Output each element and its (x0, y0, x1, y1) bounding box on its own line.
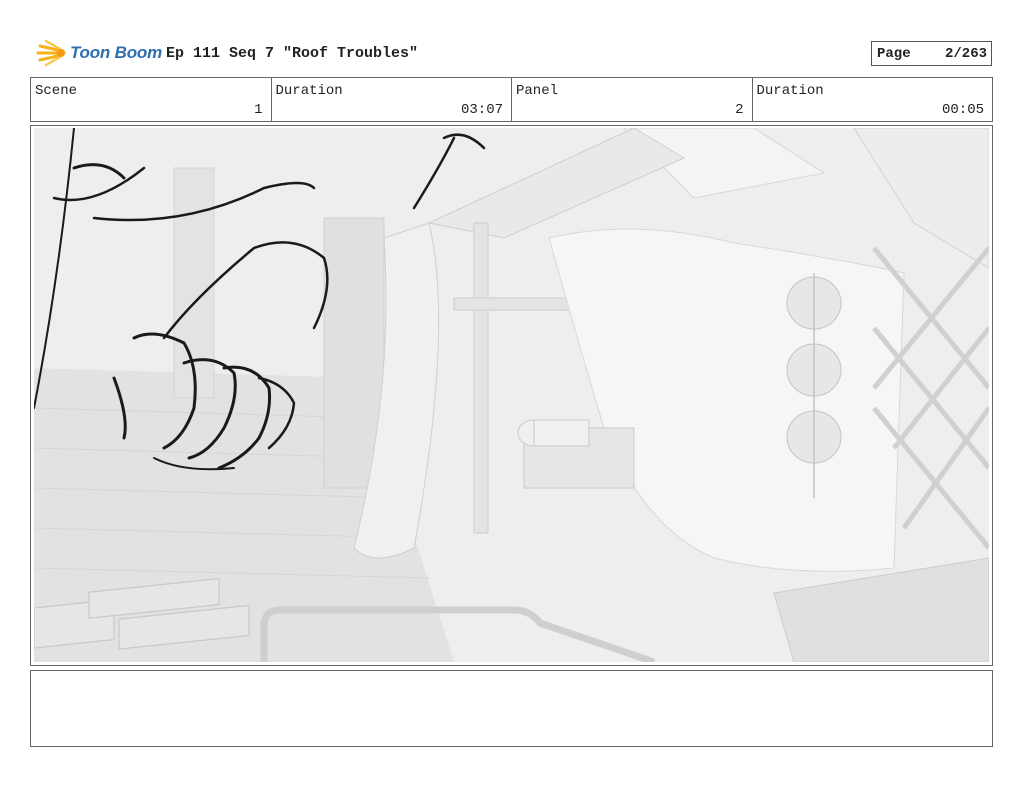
scene-cell: Scene 1 (31, 78, 272, 121)
scene-duration-value: 03:07 (460, 102, 503, 118)
page-label: Page (877, 46, 911, 62)
page-number: 2/263 (944, 46, 987, 62)
scene-label: Scene (35, 83, 78, 99)
toon-boom-logo: Toon Boom (34, 38, 162, 68)
starburst-logo-icon (36, 39, 66, 67)
logo-text: Toon Boom (70, 43, 162, 62)
scene-value: 1 (254, 102, 263, 118)
scene-duration-label: Duration (275, 83, 343, 99)
page-indicator: Page 2/263 (871, 41, 992, 66)
panel-duration-value: 00:05 (941, 102, 984, 118)
panel-notes (30, 670, 993, 747)
panel-duration-label: Duration (756, 83, 824, 99)
storyboard-panel-image (34, 128, 989, 662)
scene-duration-cell: Duration 03:07 (272, 78, 512, 121)
panel-value: 2 (735, 102, 744, 118)
panel-label: Panel (516, 83, 559, 99)
info-row: Scene 1 Duration 03:07 Panel 2 Duration … (30, 77, 993, 122)
episode-title: Ep 111 Seq 7 "Roof Troubles" (166, 45, 419, 62)
panel-duration-cell: Duration 00:05 (753, 78, 993, 121)
panel-cell: Panel 2 (512, 78, 753, 121)
